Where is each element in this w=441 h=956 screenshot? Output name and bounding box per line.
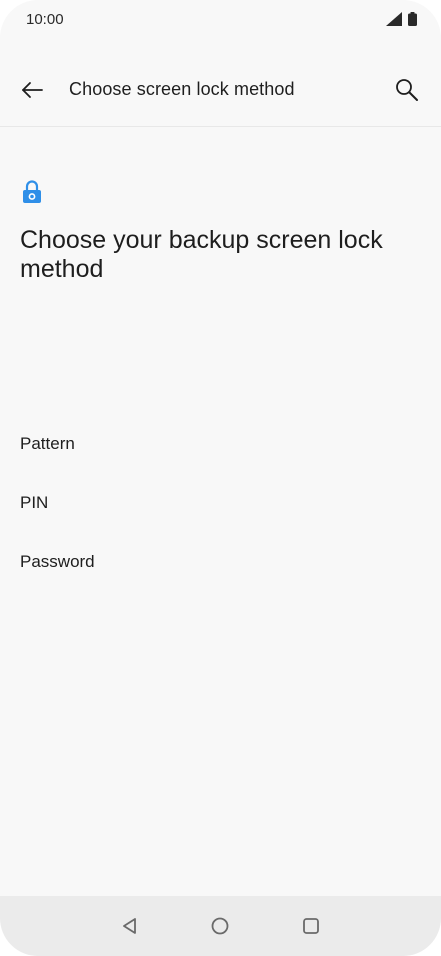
recents-square-icon	[303, 918, 319, 934]
app-bar: Choose screen lock method	[0, 58, 441, 122]
battery-icon	[408, 12, 417, 26]
status-bar: 10:00	[0, 0, 441, 40]
signal-icon	[386, 12, 402, 26]
status-icons	[386, 12, 417, 26]
option-pin[interactable]: PIN	[0, 477, 441, 529]
nav-home-button[interactable]	[206, 912, 234, 940]
screen-heading: Choose your backup screen lock method	[20, 226, 383, 283]
phone-screen: 10:00 Choose screen lock method Choose y…	[0, 0, 441, 956]
status-time: 10:00	[26, 11, 64, 28]
nav-recents-button[interactable]	[297, 912, 325, 940]
back-button[interactable]	[14, 72, 50, 108]
search-icon	[396, 79, 418, 101]
page-title: Choose screen lock method	[69, 79, 295, 99]
home-circle-icon	[211, 917, 229, 935]
lock-icon	[23, 180, 41, 203]
option-label: Pattern	[20, 434, 75, 453]
option-pattern[interactable]: Pattern	[0, 418, 441, 470]
nav-back-button[interactable]	[116, 912, 144, 940]
back-triangle-icon	[123, 918, 136, 934]
search-button[interactable]	[389, 72, 425, 108]
option-label: Password	[20, 552, 95, 571]
option-label: PIN	[20, 493, 49, 512]
arrow-left-icon	[22, 82, 43, 98]
header-divider	[0, 126, 441, 127]
option-password[interactable]: Password	[0, 536, 441, 588]
navigation-bar	[0, 896, 441, 956]
